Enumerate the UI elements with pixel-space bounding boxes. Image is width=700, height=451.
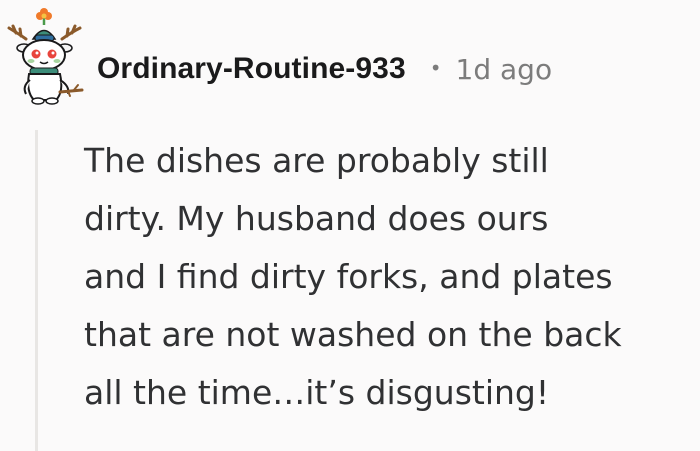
comment-timestamp[interactable]: 1d ago [456, 53, 553, 86]
meta-separator: • [429, 56, 442, 80]
comment-body-line: all the time…it’s disgusting! [84, 373, 550, 412]
comment-body: The dishes are probably still dirty. My … [84, 132, 694, 422]
comment: Ordinary-Routine-933 • 1d ago The dishes… [0, 0, 700, 451]
comment-body-line: The dishes are probably still [84, 141, 549, 180]
comment-body-line: dirty. My husband does ours [84, 199, 549, 238]
snoo-reindeer-avatar-icon[interactable] [4, 8, 88, 110]
thread-line[interactable] [35, 130, 38, 451]
comment-body-line: that are not washed on the back [84, 315, 622, 354]
comment-author-link[interactable]: Ordinary-Routine-933 [97, 52, 406, 86]
comment-body-line: and I find dirty forks, and plates [84, 257, 613, 296]
comment-meta: Ordinary-Routine-933 • 1d ago [97, 48, 552, 90]
avatar-graphic [7, 8, 84, 105]
